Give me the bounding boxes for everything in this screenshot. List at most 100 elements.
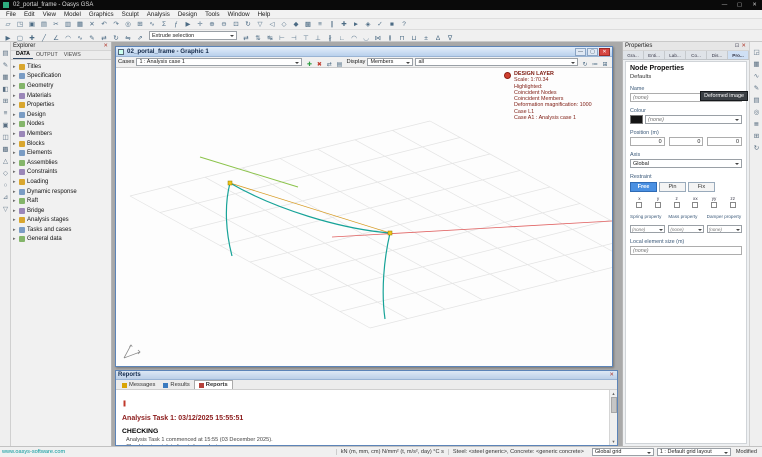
menu-item[interactable]: Sculpt: [118, 10, 143, 19]
explorer-item-tasks-and-cases[interactable]: ▸ Tasks and cases: [11, 225, 111, 235]
add-spline-icon[interactable]: ∿: [75, 33, 85, 43]
explorer-item-specification[interactable]: ▸ Specification: [11, 72, 111, 82]
explorer-item-elements[interactable]: ▸ Elements: [11, 148, 111, 158]
explorer-item-properties[interactable]: ▸ Properties: [11, 100, 111, 110]
dof-checkbox[interactable]: [674, 202, 680, 208]
menu-item[interactable]: File: [2, 10, 20, 19]
menu-item[interactable]: Window: [224, 10, 254, 19]
explorer-item-members[interactable]: ▸ Members: [11, 129, 111, 139]
local-element-size-field[interactable]: (none): [630, 246, 742, 255]
add-node-icon[interactable]: ✚: [27, 33, 37, 43]
target-icon[interactable]: ◎: [750, 106, 762, 118]
nabla-icon[interactable]: ∇: [445, 33, 455, 43]
zoom-in-icon[interactable]: ⊕: [207, 20, 217, 29]
reports-header[interactable]: Reports ✕: [116, 371, 617, 380]
explorer-item-constraints[interactable]: ▸ Constraints: [11, 168, 111, 178]
detach-icon[interactable]: ⊣: [289, 33, 299, 43]
tab-data[interactable]: DATA: [13, 51, 33, 59]
cup-icon[interactable]: ⊔: [409, 33, 419, 43]
sum-icon[interactable]: Σ: [159, 20, 169, 29]
zoom-out-icon[interactable]: ⊖: [219, 20, 229, 29]
explorer-item-titles[interactable]: ▸ Titles: [11, 62, 111, 72]
bottom-align-icon[interactable]: ⊥: [313, 33, 323, 43]
tab-graphic-props[interactable]: Gra...: [623, 51, 644, 59]
graphic-titlebar[interactable]: 02_portal_frame - Graphic 1 — ▢ ✕: [116, 47, 612, 57]
graph-icon[interactable]: ∿: [750, 70, 762, 82]
arc-down-icon[interactable]: ◡: [361, 33, 371, 43]
menu-item[interactable]: Help: [254, 10, 275, 19]
section-icon[interactable]: ≡: [0, 107, 11, 119]
pin-icon[interactable]: ⊡: [734, 43, 741, 49]
tab-results[interactable]: Results: [159, 381, 193, 389]
display-mode-combo[interactable]: Members: [367, 58, 413, 66]
load-icon[interactable]: ▩: [0, 143, 11, 155]
dof-checkbox[interactable]: [711, 202, 717, 208]
menu-item[interactable]: Edit: [20, 10, 39, 19]
refresh-icon[interactable]: ↻: [750, 142, 762, 154]
select-tool-icon[interactable]: ▶: [3, 33, 13, 43]
menu-item[interactable]: Tools: [201, 10, 223, 19]
case-selector-combo[interactable]: 1 : Analysis case 1: [136, 58, 302, 66]
explorer-item-bridge[interactable]: ▸ Bridge: [11, 206, 111, 216]
flip-icon[interactable]: ⇄: [241, 33, 251, 43]
minimize-button[interactable]: —: [717, 0, 732, 10]
explorer-item-dynamic-response[interactable]: ▸ Dynamic response: [11, 187, 111, 197]
restraint-fix-button[interactable]: Fix: [688, 182, 715, 192]
explorer-item-blocks[interactable]: ▸ Blocks: [11, 139, 111, 149]
menu-item[interactable]: View: [39, 10, 60, 19]
tab-labels[interactable]: Lab...: [665, 51, 686, 59]
menu-item[interactable]: Analysis: [143, 10, 174, 19]
tab-output[interactable]: OUTPUT: [33, 52, 61, 59]
mass-property-combo[interactable]: (none): [668, 225, 703, 233]
graphic-icon[interactable]: ◧: [0, 83, 11, 95]
graphic-canvas[interactable]: DESIGN LAYERScale: 1:70.34Highlighted:Co…: [116, 68, 612, 366]
element-icon[interactable]: ◫: [0, 131, 11, 143]
explorer-item-analysis-stages[interactable]: ▸ Analysis stages: [11, 216, 111, 226]
pan-tool-icon[interactable]: ✛: [195, 20, 205, 29]
maximize-button[interactable]: ▢: [732, 0, 747, 10]
list-icon[interactable]: ▤: [750, 94, 762, 106]
explorer-item-design[interactable]: ▸ Design: [11, 110, 111, 120]
raft-icon[interactable]: ⊿: [0, 191, 11, 203]
position-x-field[interactable]: 0: [630, 137, 665, 146]
tab-reports[interactable]: Reports: [194, 380, 233, 389]
swap-ends-icon[interactable]: ⇅: [253, 33, 263, 43]
data-explorer-icon[interactable]: ▤: [0, 47, 11, 59]
add-arc-icon[interactable]: ◠: [63, 33, 73, 43]
restraint-pin-button[interactable]: Pin: [659, 182, 686, 192]
add-beam-icon[interactable]: ╱: [39, 33, 49, 43]
dof-checkbox[interactable]: [655, 202, 661, 208]
colour-swatch[interactable]: [630, 115, 643, 124]
output-explorer-icon[interactable]: ✎: [0, 59, 11, 71]
node-icon[interactable]: ▣: [0, 119, 11, 131]
image-icon[interactable]: ▦: [750, 58, 762, 70]
dof-checkbox[interactable]: [692, 202, 698, 208]
top-align-icon[interactable]: ⊤: [301, 33, 311, 43]
tab-properties[interactable]: Pro...: [728, 51, 749, 59]
explorer-item-nodes[interactable]: ▸ Nodes: [11, 120, 111, 130]
layers-icon[interactable]: ≣: [750, 118, 762, 130]
move-tool-icon[interactable]: ⇄: [99, 33, 109, 43]
close-button[interactable]: ✕: [747, 0, 762, 10]
oasys-link[interactable]: www.oasys-software.com: [2, 449, 65, 455]
properties-close-icon[interactable]: ✕: [740, 43, 747, 49]
report-icon[interactable]: ▽: [0, 203, 11, 215]
window-icon[interactable]: ⊞: [750, 130, 762, 142]
between-icon[interactable]: ≬: [385, 33, 395, 43]
design-icon[interactable]: ◇: [0, 167, 11, 179]
scroll-up-icon[interactable]: ▲: [612, 390, 616, 397]
tab-messages[interactable]: Messages: [118, 381, 159, 389]
snapshot-icon[interactable]: ◲: [750, 46, 762, 58]
attach-icon[interactable]: ⊢: [277, 33, 287, 43]
cap-icon[interactable]: ⊓: [397, 33, 407, 43]
select-area-icon[interactable]: ▢: [15, 33, 25, 43]
explorer-item-geometry[interactable]: ▸ Geometry: [11, 81, 111, 91]
tab-views[interactable]: VIEWS: [61, 52, 84, 59]
function-icon[interactable]: ƒ: [171, 20, 181, 29]
dof-checkbox[interactable]: [636, 202, 642, 208]
position-y-field[interactable]: 0: [669, 137, 704, 146]
arc-up-icon[interactable]: ◠: [349, 33, 359, 43]
damper-property-combo[interactable]: (none): [707, 225, 742, 233]
scroll-down-icon[interactable]: ▼: [612, 438, 616, 445]
colour-combo[interactable]: (none): [645, 115, 742, 124]
